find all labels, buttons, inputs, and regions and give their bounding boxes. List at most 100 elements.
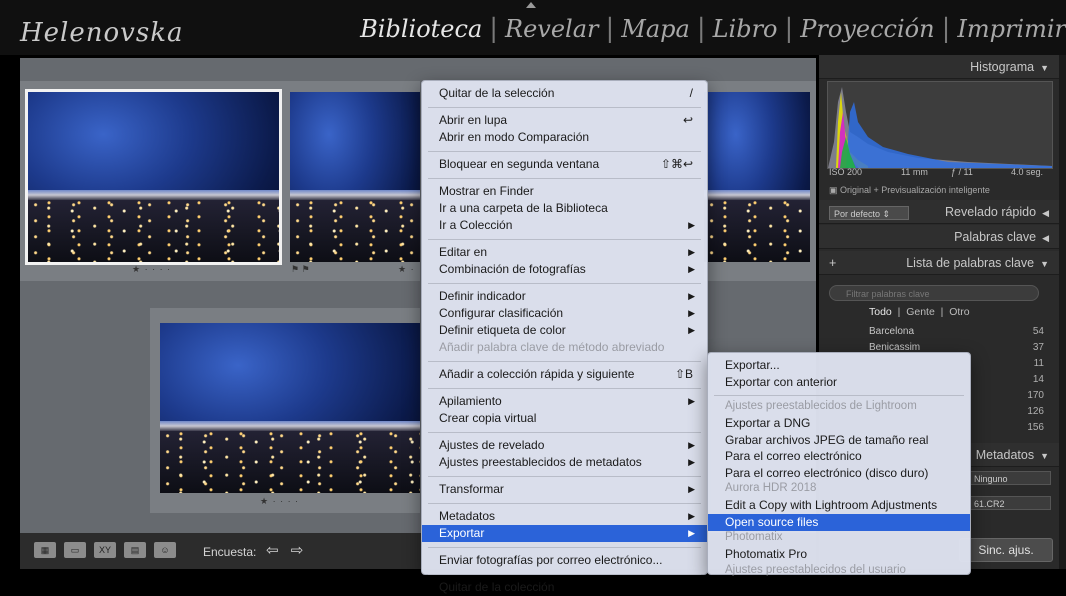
grid-view-button[interactable]: ▦	[34, 542, 56, 558]
menu-item[interactable]: Definir etiqueta de color ▶	[422, 322, 707, 339]
keyword-filter-input[interactable]: Filtrar palabras clave	[829, 285, 1039, 301]
menu-separator	[428, 476, 701, 477]
submenu-arrow-icon: ▶	[688, 220, 695, 230]
menu-item-label: Ir a una carpeta de la Biblioteca	[439, 201, 608, 215]
menu-item[interactable]: Photomatix Pro	[708, 546, 970, 563]
menu-item-label: Exportar...	[725, 358, 780, 372]
grid-cell[interactable]	[704, 81, 816, 281]
module-mapa[interactable]: Mapa	[621, 15, 690, 43]
menu-separator	[428, 361, 701, 362]
keyword-tabs: Todo | Gente | Otro	[869, 306, 970, 318]
menu-item[interactable]: Para el correo electrónico (disco duro)	[708, 465, 970, 482]
compare-view-button[interactable]: XY	[94, 542, 116, 558]
tab-gente[interactable]: Gente	[906, 306, 935, 318]
menu-item-label: Definir indicador	[439, 289, 526, 303]
menu-item-label: Apilamiento	[439, 394, 502, 408]
submenu-arrow-icon: ▶	[688, 308, 695, 318]
menu-item[interactable]: Metadatos ▶	[422, 508, 707, 525]
menu-item[interactable]: Añadir a colección rápida y siguiente ⇧B	[422, 366, 707, 383]
menu-item[interactable]: Open source files	[708, 513, 970, 531]
rating-stars[interactable]: ★ · · · ·	[132, 264, 171, 275]
keywording-header[interactable]: Palabras clave ◀	[819, 225, 1059, 249]
module-proyeccion[interactable]: Proyección	[800, 15, 934, 43]
prev-next-arrows-icon[interactable]: ⇦ ⇨	[266, 541, 307, 559]
survey-view-button[interactable]: ▤	[124, 542, 146, 558]
grid-cell[interactable]: ⚑ ⚑ ★ ·	[285, 81, 420, 281]
menu-separator	[714, 394, 964, 396]
photo-thumbnail[interactable]	[290, 92, 420, 262]
menu-item[interactable]: Enviar fotografías por correo electrónic…	[422, 552, 707, 569]
menu-item[interactable]: Grabar archivos JPEG de tamaño real	[708, 432, 970, 449]
keyword-list-header[interactable]: + Lista de palabras clave ▼	[819, 251, 1059, 275]
menu-section-header: Ajustes preestablecidos del usuario	[725, 563, 906, 576]
sync-settings-button[interactable]: Sinc. ajus.	[959, 538, 1053, 562]
module-libro[interactable]: Libro	[713, 15, 778, 43]
right-panel-scrollbar[interactable]	[1059, 55, 1066, 569]
submenu-arrow-icon: ▶	[688, 247, 695, 257]
menu-item[interactable]: Quitar de la colección	[422, 579, 707, 596]
menu-item[interactable]: Ajustes preestablecidos de metadatos ▶	[422, 454, 707, 471]
menu-item[interactable]: Definir indicador ▶	[422, 288, 707, 305]
collapse-top-panel-icon[interactable]	[526, 2, 536, 8]
shortcut-label: ⇧B	[674, 367, 693, 381]
menu-item[interactable]: Editar en ▶	[422, 244, 707, 261]
menu-item[interactable]: Crear copia virtual	[422, 410, 707, 427]
menu-item[interactable]: Ajustes de revelado ▶	[422, 437, 707, 454]
saved-preset-select[interactable]: Por defecto ⇕	[829, 206, 909, 220]
tab-otro[interactable]: Otro	[949, 306, 969, 318]
menu-item[interactable]: Quitar de la selección /	[422, 85, 707, 102]
menu-item-label: Quitar de la colección	[439, 580, 555, 594]
shortcut-label: /	[689, 86, 693, 100]
menu-item[interactable]: Edit a Copy with Lightroom Adjustments	[708, 497, 970, 514]
grid-cell[interactable]: ★ · · · ·	[150, 308, 420, 513]
loupe-view-button[interactable]: ▭	[64, 542, 86, 558]
menu-item[interactable]: Mostrar en Finder	[422, 183, 707, 200]
menu-item[interactable]: Abrir en modo Comparación	[422, 129, 707, 146]
menu-item-label: Para el correo electrónico	[725, 449, 862, 463]
aperture: ƒ / 11	[951, 167, 973, 177]
metadata-preset-select[interactable]: Ninguno	[969, 471, 1051, 485]
rating-stars[interactable]: ★ ·	[398, 264, 415, 275]
menu-item[interactable]: Para el correo electrónico	[708, 448, 970, 465]
tab-todo[interactable]: Todo	[869, 306, 892, 318]
file-name-field[interactable]: 61.CR2	[969, 496, 1051, 510]
submenu-arrow-icon: ▶	[688, 291, 695, 301]
menu-item[interactable]: Abrir en lupa ↩	[422, 112, 707, 129]
menu-separator	[428, 178, 701, 179]
grid-cell[interactable]: ★ · · · ·	[20, 81, 285, 281]
menu-item[interactable]: Apilamiento ▶	[422, 393, 707, 410]
add-keyword-button[interactable]: +	[829, 251, 836, 275]
menu-item[interactable]: Bloquear en segunda ventana ⇧⌘↩	[422, 156, 707, 173]
menu-item[interactable]: Ir a una carpeta de la Biblioteca	[422, 200, 707, 217]
submenu-arrow-icon: ▶	[688, 396, 695, 406]
menu-item[interactable]: Exportar con anterior	[708, 374, 970, 391]
module-imprimir[interactable]: Imprimir	[957, 15, 1066, 43]
face-icon: ☺	[160, 545, 170, 555]
menu-item[interactable]: Exportar ▶	[422, 525, 707, 542]
menu-item[interactable]: Exportar...	[708, 357, 970, 374]
people-view-button[interactable]: ☺	[154, 542, 176, 558]
menu-item-label: Crear copia virtual	[439, 411, 537, 425]
menu-item[interactable]: Transformar ▶	[422, 481, 707, 498]
submenu-arrow-icon: ▶	[688, 457, 695, 467]
menu-item[interactable]: Exportar a DNG	[708, 415, 970, 432]
rating-stars[interactable]: ★ · · · ·	[260, 496, 299, 507]
module-revelar[interactable]: Revelar	[505, 15, 599, 43]
menu-item-label: Editar en	[439, 245, 488, 259]
menu-item-label: Configurar clasificación	[439, 306, 564, 320]
pick-flags[interactable]: ⚑ ⚑	[291, 264, 310, 275]
identity-plate: Helenovska	[20, 18, 184, 48]
menu-item[interactable]: Ir a Colección ▶	[422, 217, 707, 234]
menu-item-label: Transformar	[439, 482, 504, 496]
module-biblioteca[interactable]: Biblioteca	[360, 15, 482, 43]
histogram-header[interactable]: Histograma ▼	[819, 55, 1059, 79]
compare-icon: XY	[98, 545, 111, 555]
photo-thumbnail[interactable]	[25, 89, 282, 265]
menu-item[interactable]: Configurar clasificación ▶	[422, 305, 707, 322]
keyword-row[interactable]: Barcelona 54	[829, 326, 1044, 341]
menu-item-label: Para el correo electrónico (disco duro)	[725, 465, 929, 480]
photo-thumbnail[interactable]	[160, 323, 420, 493]
menu-item[interactable]: Combinación de fotografías ▶	[422, 261, 707, 278]
photo-thumbnail[interactable]	[704, 92, 810, 262]
menu-item-label: Abrir en lupa	[439, 113, 508, 127]
